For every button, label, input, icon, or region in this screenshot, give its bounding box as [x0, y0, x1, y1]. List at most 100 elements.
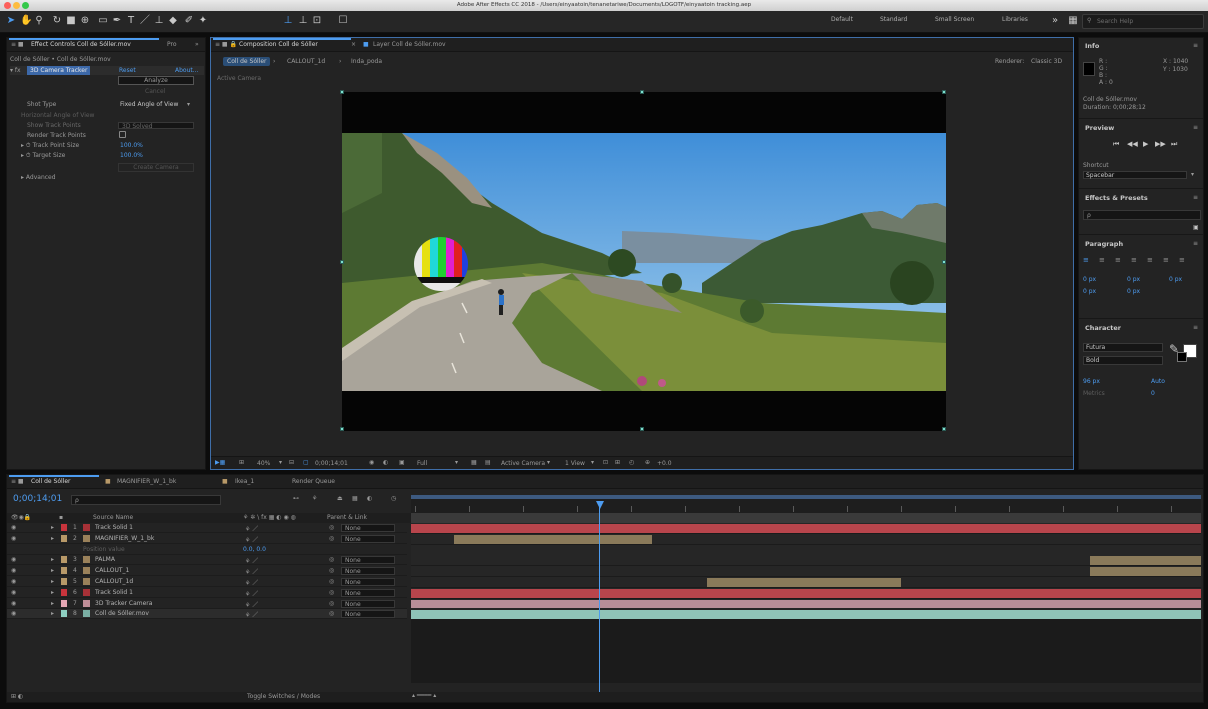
shot-type-dropdown[interactable]: Fixed Angle of View [120, 101, 178, 108]
preview-panel-menu-icon[interactable]: ≡ [1193, 124, 1198, 131]
about-effect-link[interactable]: About... [175, 67, 198, 74]
flow-item-current[interactable]: Coll de Sóller [223, 57, 271, 66]
last-frame-button[interactable]: ⏭ [1171, 140, 1177, 149]
reset-exposure-icon[interactable]: ◴ [629, 459, 634, 466]
visibility-eye-icon[interactable]: ◉ [11, 567, 16, 574]
align-left-icon[interactable]: ≡ [1083, 256, 1089, 264]
layer-duration-bar[interactable] [1090, 567, 1201, 576]
expand-toggle-icon[interactable]: ▸ [51, 600, 54, 607]
expand-toggle-icon[interactable]: ▸ [51, 589, 54, 596]
puppet-pin-tool-icon[interactable]: ✦ [198, 15, 208, 27]
layer-name[interactable]: Coll de Sóller.mov [95, 610, 149, 617]
visibility-eye-icon[interactable]: ◉ [11, 610, 16, 617]
sync-settings-icon[interactable]: ▦ [1068, 15, 1078, 27]
close-window-button[interactable] [4, 2, 11, 9]
show-track-points-dropdown[interactable]: 3D Solved [118, 122, 194, 130]
parent-dropdown[interactable]: None [341, 610, 395, 619]
work-area-bar[interactable] [411, 495, 1201, 499]
transparency-grid-icon[interactable]: ▦ [471, 459, 477, 466]
show-channel-icon[interactable]: ◐ [383, 459, 388, 466]
reset-effect-link[interactable]: Reset [119, 67, 136, 74]
region-of-interest-icon[interactable]: ▢ [303, 459, 309, 466]
kerning-value[interactable]: Metrics [1083, 390, 1105, 397]
fx-toggle-icon[interactable]: ▾ fx [10, 67, 21, 74]
3d-view-dropdown[interactable]: Active Camera [501, 460, 545, 467]
frame-handle-left[interactable] [340, 260, 344, 264]
workspace-standard[interactable]: Standard [880, 16, 907, 23]
property-value[interactable]: 0.0, 0.0 [243, 546, 266, 553]
grid-guides-icon[interactable]: ⊟ [289, 459, 294, 466]
layer-switches-icon[interactable]: ⚘ ／ [245, 610, 258, 619]
layer-search-input[interactable]: ρ [71, 495, 221, 505]
comp-mini-flowchart-icon[interactable]: ⊷ [293, 495, 299, 502]
parent-dropdown[interactable]: None [341, 556, 395, 565]
justify-right-icon[interactable]: ≡ [1163, 256, 1169, 264]
layer-switches-icon[interactable]: ⚘ ／ [245, 600, 258, 609]
tab-timeline-magnifier[interactable]: MAGNIFIER_W_1_bk [117, 478, 176, 485]
layer-switches-icon[interactable]: ⚘ ／ [245, 578, 258, 587]
layer-switches-icon[interactable]: ⚘ ／ [245, 535, 258, 544]
parent-dropdown[interactable]: None [341, 567, 395, 576]
font-family-dropdown[interactable]: Futura [1083, 343, 1163, 352]
parent-dropdown[interactable]: None [341, 534, 395, 543]
tab-project[interactable]: Pro [167, 41, 177, 48]
flow-item-2[interactable]: CALLOUT_1d [287, 58, 325, 65]
tab-close-icon[interactable]: × [351, 41, 356, 48]
parent-pickwhip-icon[interactable]: ◎ [329, 524, 334, 531]
timeline-panel-menu-icon[interactable]: ≡ ■ [11, 478, 24, 485]
layer-duration-bar[interactable] [411, 524, 1201, 533]
tab-effect-controls[interactable]: Effect Controls Coll de Sóller.mov [31, 41, 131, 48]
layer-property-row[interactable]: Position value 0.0, 0.0 [7, 545, 407, 555]
fast-previews-icon[interactable]: ▤ [485, 459, 491, 466]
search-help-input[interactable]: ⚲ Search Help [1082, 14, 1204, 29]
layer-row[interactable]: ◉ ▸ 2 MAGNIFIER_W_1_bk ⚘ ／ ◎ None [7, 534, 407, 544]
align-right-icon[interactable]: ≡ [1115, 256, 1121, 264]
tab-render-queue[interactable]: Render Queue [292, 478, 335, 485]
parent-pickwhip-icon[interactable]: ◎ [329, 600, 334, 607]
first-frame-button[interactable]: ⏮ [1113, 140, 1119, 149]
analyze-button[interactable]: Analyze [118, 76, 194, 85]
workspace-default[interactable]: Default [831, 16, 853, 23]
tab-timeline-ikea[interactable]: Ikea_1 [235, 478, 254, 485]
frame-handle-bottom-right[interactable] [942, 427, 946, 431]
tab-layer[interactable]: Layer Coll de Sóller.mov [373, 41, 446, 48]
magnification-dropdown[interactable]: 40% [257, 460, 270, 467]
hand-tool-icon[interactable]: ✋ [20, 15, 32, 27]
tab-composition[interactable]: Composition Coll de Sóller [239, 41, 318, 48]
workspace-libraries[interactable]: Libraries [1002, 16, 1028, 23]
create-camera-button[interactable]: Create Camera [118, 163, 194, 172]
roto-brush-tool-icon[interactable]: ✐ [184, 15, 194, 27]
clone-stamp-tool-icon[interactable]: ⊥ [154, 15, 164, 27]
parent-link-header[interactable]: Parent & Link [327, 514, 367, 521]
tab-timeline-coll-de-soller[interactable]: Coll de Sóller [31, 478, 70, 485]
view-layout-dropdown[interactable]: 1 View [565, 460, 585, 467]
layer-duration-bar[interactable] [454, 534, 652, 544]
expand-toggle-icon[interactable]: ▸ [51, 578, 54, 585]
character-panel-menu-icon[interactable]: ≡ [1193, 324, 1198, 331]
layer-row[interactable]: ◉ ▸ 7 3D Tracker Camera ⚘ ／ ◎ None [7, 599, 407, 609]
pan-behind-tool-icon[interactable]: ⊕ [80, 15, 90, 27]
parent-pickwhip-icon[interactable]: ◎ [329, 610, 334, 617]
world-axis-icon[interactable]: ⊥ [298, 15, 308, 27]
label-color-swatch[interactable] [61, 524, 67, 531]
layer-switches-icon[interactable]: ⊞ ◐ [11, 693, 23, 700]
parent-dropdown[interactable]: None [341, 588, 395, 597]
pen-tool-icon[interactable]: ✒ [112, 15, 122, 27]
minimize-window-button[interactable] [13, 2, 20, 9]
parent-dropdown[interactable]: None [341, 599, 395, 608]
panel-menu-icon[interactable]: ≡ ■ [11, 41, 24, 48]
color-picker-icon[interactable]: ▣ [399, 459, 405, 466]
tracking-value[interactable]: 0 [1151, 390, 1155, 397]
view-axis-icon[interactable]: ⊡ [312, 15, 322, 27]
effects-search-input[interactable]: ρ [1083, 210, 1201, 220]
frame-handle-top-right[interactable] [942, 90, 946, 94]
type-tool-icon[interactable]: T [126, 15, 136, 27]
workspace-small-screen[interactable]: Small Screen [935, 16, 974, 23]
layer-switches-icon[interactable]: ⚘ ／ [245, 556, 258, 565]
previous-frame-button[interactable]: ◀◀ [1127, 140, 1138, 148]
layer-switches-icon[interactable]: ⚘ ／ [245, 589, 258, 598]
layer-name[interactable]: MAGNIFIER_W_1_bk [95, 535, 154, 542]
local-axis-icon[interactable]: ⊥ [283, 15, 293, 27]
cancel-button[interactable]: Cancel [145, 88, 165, 95]
font-style-dropdown[interactable]: Bold [1083, 356, 1163, 365]
